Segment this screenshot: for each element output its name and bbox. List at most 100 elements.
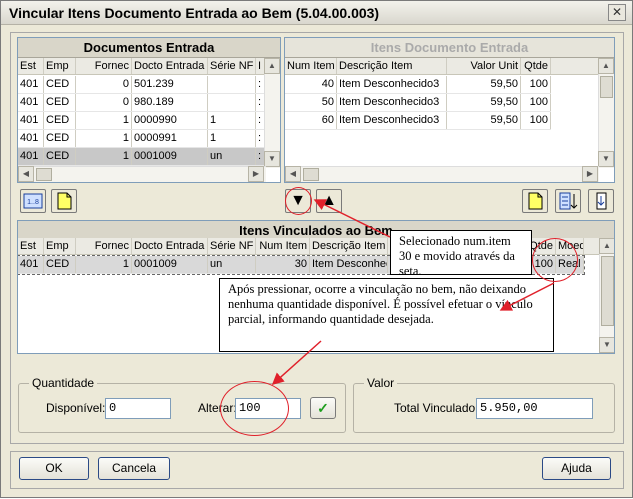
column-header[interactable]: Est [18, 238, 44, 254]
table-cell: 1 [76, 130, 132, 147]
column-header[interactable]: Emp [44, 238, 76, 254]
table-cell: 0 [76, 94, 132, 111]
table-cell: 980.189 [132, 94, 208, 111]
column-header[interactable]: Série NF [208, 58, 256, 74]
table-cell: 59,50 [447, 76, 521, 93]
table-cell: 100 [521, 94, 551, 111]
table-cell: CED [44, 112, 76, 129]
quantidade-legend: Quantidade [29, 376, 98, 390]
column-header[interactable]: Emp [44, 58, 76, 74]
itens-header: Num Item Descrição Item Valor Unit Qtde [285, 58, 599, 75]
table-row[interactable]: 40 Item Desconhecido3 59,50 100 [285, 76, 551, 94]
column-header[interactable]: Série NF [208, 238, 256, 254]
table-cell: 40 [285, 76, 337, 93]
column-header[interactable]: Num Item [285, 58, 337, 74]
scroll-left-icon[interactable]: ◀ [18, 166, 34, 182]
documentos-hscroll-thumb[interactable] [36, 168, 52, 181]
table-cell: CED [44, 94, 76, 111]
table-cell: un [208, 256, 256, 273]
column-header[interactable]: Est [18, 58, 44, 74]
move-up-button[interactable]: ▲ [316, 189, 342, 213]
table-cell: 0001009 [132, 148, 208, 165]
window-title: Vincular Itens Documento Entrada ao Bem … [9, 5, 380, 21]
column-header[interactable]: Valor Unit [447, 58, 521, 74]
column-header[interactable]: Descrição Item [310, 238, 388, 254]
table-cell: Item Desconhecido3 [337, 112, 447, 129]
table-cell: CED [44, 148, 76, 165]
table-row[interactable]: 401 CED 0 980.189: [18, 94, 266, 112]
table-cell: 59,50 [447, 112, 521, 129]
annotation-circle-qtde [532, 238, 578, 282]
title-bar: Vincular Itens Documento Entrada ao Bem … [1, 1, 632, 25]
scroll-left-icon[interactable]: ◀ [285, 166, 301, 182]
itens-hscroll[interactable]: ◀ ▶ [285, 166, 599, 182]
itens-vscroll-thumb[interactable] [600, 76, 613, 98]
table-cell: 1 [208, 130, 256, 147]
column-header[interactable]: Qtde [521, 58, 551, 74]
column-header[interactable]: Num Item [256, 238, 310, 254]
scroll-up-icon[interactable]: ▲ [599, 238, 614, 254]
table-row[interactable]: 401 CED 1 0001009 un: [18, 148, 266, 166]
cancela-button[interactable]: Cancela [98, 457, 170, 480]
sort-list-button[interactable] [555, 189, 581, 213]
documentos-vscroll[interactable]: ▲ ▼ [264, 58, 280, 168]
documentos-hscroll[interactable]: ◀ ▶ [18, 166, 266, 182]
table-cell: 30 [256, 256, 310, 273]
table-row[interactable]: 60 Item Desconhecido3 59,50 100 [285, 112, 551, 130]
table-row[interactable]: 401 CED 1 0000990 1: [18, 112, 266, 130]
documentos-entrada-grid[interactable]: Documentos Entrada Est Emp Fornec Docto Ent… [17, 37, 281, 183]
confirm-quantity-button[interactable]: ✓ [310, 397, 336, 419]
itens-documento-grid[interactable]: Itens Documento Entrada Num Item Descriçã… [284, 37, 615, 183]
table-row[interactable]: 50 Item Desconhecido3 59,50 100 [285, 94, 551, 112]
scroll-right-icon[interactable]: ▶ [248, 166, 264, 182]
scroll-down-icon[interactable]: ▼ [598, 151, 614, 167]
scroll-up-icon[interactable]: ▲ [598, 58, 614, 74]
itens-hscroll-thumb[interactable] [303, 168, 319, 181]
ok-button[interactable]: OK [19, 457, 89, 480]
new-document-left-button[interactable] [51, 189, 77, 213]
export-button[interactable] [588, 189, 614, 213]
valor-legend: Valor [364, 376, 398, 390]
annotation-note-1: Selecionado num.item 30 e movido através… [390, 230, 532, 278]
annotation-circle-down-button [285, 187, 312, 215]
column-header[interactable]: Descrição Item [337, 58, 447, 74]
total-vinculado-label: Total Vinculado: [394, 401, 479, 415]
table-row[interactable]: 401 CED 1 0000991 1: [18, 130, 266, 148]
total-vinculado-field[interactable]: 5.950,00 [476, 398, 593, 419]
new-document-right-button[interactable] [522, 189, 548, 213]
column-header[interactable]: Fornec [76, 58, 132, 74]
table-cell: Item Desconhecido3 [337, 76, 447, 93]
column-header[interactable]: Docto Entrada [132, 58, 208, 74]
dialog-window: Vincular Itens Documento Entrada ao Bem … [0, 0, 633, 498]
itens-vscroll[interactable]: ▲ ▼ [598, 58, 614, 168]
table-cell: 0 [76, 76, 132, 93]
close-button[interactable]: ✕ [608, 4, 626, 21]
document-icon [528, 192, 543, 210]
scroll-down-icon[interactable]: ▼ [599, 337, 614, 353]
annotation-circle-alterar [220, 381, 289, 436]
scroll-down-icon[interactable]: ▼ [264, 151, 280, 167]
sort-icon [559, 192, 578, 210]
calculator-icon: 1..8 [23, 193, 43, 209]
column-header[interactable]: Docto Entrada [132, 238, 208, 254]
arrow-up-icon: ▲ [321, 192, 337, 209]
disponivel-field[interactable]: 0 [105, 398, 171, 419]
table-cell: 401 [18, 112, 44, 129]
table-cell: 100 [521, 112, 551, 129]
scroll-up-icon[interactable]: ▲ [264, 58, 280, 74]
vinculados-vscroll[interactable]: ▲ ▼ [599, 238, 614, 353]
column-header[interactable]: Fornec [76, 238, 132, 254]
check-icon: ✓ [317, 400, 329, 416]
table-cell: CED [44, 130, 76, 147]
calculator-button[interactable]: 1..8 [20, 189, 46, 213]
table-cell: 401 [18, 94, 44, 111]
table-cell: 1 [76, 112, 132, 129]
table-cell [208, 94, 256, 111]
table-cell: 401 [18, 256, 44, 273]
scroll-right-icon[interactable]: ▶ [582, 166, 598, 182]
table-row[interactable]: 401 CED 0 501.239: [18, 76, 266, 94]
ajuda-button[interactable]: Ajuda [542, 457, 611, 480]
table-cell: 59,50 [447, 94, 521, 111]
table-cell: 0000990 [132, 112, 208, 129]
vinculados-vscroll-thumb[interactable] [601, 256, 614, 326]
